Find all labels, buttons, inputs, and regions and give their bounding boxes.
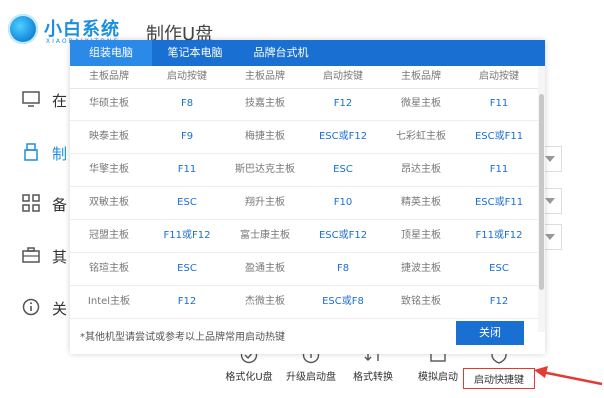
sidebar-item-other[interactable]: 其 bbox=[18, 240, 78, 270]
hotkey-cell: ESC bbox=[489, 263, 509, 274]
hotkey-cell: F8 bbox=[336, 263, 350, 274]
hotkey-cell: ESC bbox=[177, 263, 197, 274]
brand-cell: 冠盟主板 bbox=[89, 230, 129, 241]
table-row: 华硕主板 F8 技嘉主板 F12 微星主板 F11 bbox=[70, 88, 538, 121]
table-row: Intel主板 F12 杰微主板 ESC或F8 致铭主板 F12 bbox=[70, 286, 538, 319]
brand-cell: 精英主板 bbox=[401, 197, 441, 208]
column-header: 启动按键 bbox=[167, 71, 207, 82]
hotkey-cell: F12 bbox=[333, 98, 353, 109]
sidebar-item-about[interactable]: 关 bbox=[18, 292, 78, 322]
hotkey-cell: F9 bbox=[180, 131, 194, 142]
hotkey-cell: ESC或F11 bbox=[474, 197, 524, 208]
sidebar-item-make-usb[interactable]: 制 bbox=[18, 137, 78, 167]
table-row: 华擎主板 F11 斯巴达克主板 ESC 昂达主板 F11 bbox=[70, 154, 538, 187]
hotkey-cell: F12 bbox=[177, 296, 197, 307]
sidebar-item-label: 制 bbox=[52, 145, 68, 163]
info-icon bbox=[22, 298, 40, 316]
brand-cell: 富士康主板 bbox=[240, 230, 290, 241]
close-button[interactable]: 关闭 bbox=[456, 321, 524, 345]
table-row: 双敏主板 ESC 翔升主板 F10 精英主板 ESC或F11 bbox=[70, 187, 538, 220]
column-header: 主板品牌 bbox=[245, 71, 285, 82]
hotkey-cell: F12 bbox=[489, 296, 509, 307]
hotkey-cell: F10 bbox=[333, 197, 353, 208]
brand-cell: 华擎主板 bbox=[89, 164, 129, 175]
hotkey-cell: F8 bbox=[180, 98, 194, 109]
hotkey-cell: ESC或F11 bbox=[474, 131, 524, 142]
hotkey-cell: F11或F12 bbox=[163, 230, 211, 241]
column-header: 主板品牌 bbox=[401, 71, 441, 82]
monitor-icon bbox=[22, 91, 40, 107]
sidebar-item-backup[interactable]: 备 bbox=[18, 188, 78, 218]
table-header-row: 主板品牌 启动按键 主板品牌 启动按键 主板品牌 启动按键 bbox=[70, 66, 538, 89]
hotkey-cell: ESC bbox=[333, 164, 353, 175]
tab-laptop[interactable]: 笔记本电脑 bbox=[152, 40, 238, 66]
brand-cell: 微星主板 bbox=[401, 98, 441, 109]
hotkey-cell: ESC或F12 bbox=[318, 131, 368, 142]
column-header: 启动按键 bbox=[323, 71, 363, 82]
brand-cell: Intel主板 bbox=[87, 296, 131, 307]
brand-cell: 顶星主板 bbox=[401, 230, 441, 241]
brand-cell: 昂达主板 bbox=[401, 164, 441, 175]
boot-hotkey-dialog: 组装电脑 笔记本电脑 品牌台式机 主板品牌 启动按键 主板品牌 启动按键 主板品… bbox=[70, 40, 545, 354]
tab-bar: 组装电脑 笔记本电脑 品牌台式机 bbox=[70, 40, 545, 66]
logo-icon bbox=[8, 14, 38, 44]
tab-brand-desktop[interactable]: 品牌台式机 bbox=[238, 40, 324, 66]
hotkey-cell: ESC或F12 bbox=[318, 230, 368, 241]
brand-cell: 华硕主板 bbox=[89, 98, 129, 109]
footer-note: *其他机型请尝试或参考以上品牌常用启动热键 bbox=[80, 332, 285, 343]
sidebar-item-label: 关 bbox=[52, 300, 68, 318]
table-row: 冠盟主板 F11或F12 富士康主板 ESC或F12 顶星主板 F11或F12 bbox=[70, 220, 538, 253]
hotkey-table: 主板品牌 启动按键 主板品牌 启动按键 主板品牌 启动按键 华硕主板 F8 技嘉… bbox=[70, 66, 538, 332]
brand-cell: 致铭主板 bbox=[401, 296, 441, 307]
hotkey-cell: F11 bbox=[177, 164, 197, 175]
hotkey-cell: F11或F12 bbox=[475, 230, 523, 241]
tab-assembled-pc[interactable]: 组装电脑 bbox=[70, 40, 152, 66]
brand-cell: 梅捷主板 bbox=[245, 131, 285, 142]
sidebar-item-online[interactable]: 在 bbox=[18, 84, 78, 114]
toolbox-icon bbox=[22, 247, 40, 263]
column-header: 主板品牌 bbox=[89, 71, 129, 82]
brand-cell: 铭瑄主板 bbox=[89, 263, 129, 274]
hotkey-cell: F11 bbox=[489, 164, 509, 175]
table-row: 映泰主板 F9 梅捷主板 ESC或F12 七彩虹主板 ESC或F11 bbox=[70, 121, 538, 154]
brand-cell: 杰微主板 bbox=[245, 296, 285, 307]
brand-cell: 双敏主板 bbox=[89, 197, 129, 208]
usb-icon bbox=[24, 143, 38, 161]
arrow-annotation-icon bbox=[534, 366, 603, 386]
scrollbar-thumb[interactable] bbox=[539, 94, 544, 290]
hotkey-cell: F11 bbox=[489, 98, 509, 109]
toolbar-label: 启动快捷键 bbox=[463, 368, 535, 389]
sidebar-item-label: 备 bbox=[52, 196, 68, 214]
table-row: 铭瑄主板 ESC 盈通主板 F8 捷波主板 ESC bbox=[70, 253, 538, 286]
hotkey-cell: ESC bbox=[177, 197, 197, 208]
brand-cell: 斯巴达克主板 bbox=[235, 164, 295, 175]
brand-cell: 翔升主板 bbox=[245, 197, 285, 208]
hotkey-cell: ESC或F8 bbox=[322, 296, 364, 307]
column-header: 启动按键 bbox=[479, 71, 519, 82]
toolbar-label: 格式转换 bbox=[353, 372, 393, 383]
brand-cell: 盈通主板 bbox=[245, 263, 285, 274]
brand-cell: 映泰主板 bbox=[89, 131, 129, 142]
sidebar-item-label: 其 bbox=[52, 248, 68, 266]
brand-cell: 七彩虹主板 bbox=[396, 131, 446, 142]
brand-cell: 捷波主板 bbox=[401, 263, 441, 274]
sidebar-item-label: 在 bbox=[52, 92, 68, 110]
brand-cell: 技嘉主板 bbox=[245, 98, 285, 109]
grid-icon bbox=[22, 194, 40, 212]
